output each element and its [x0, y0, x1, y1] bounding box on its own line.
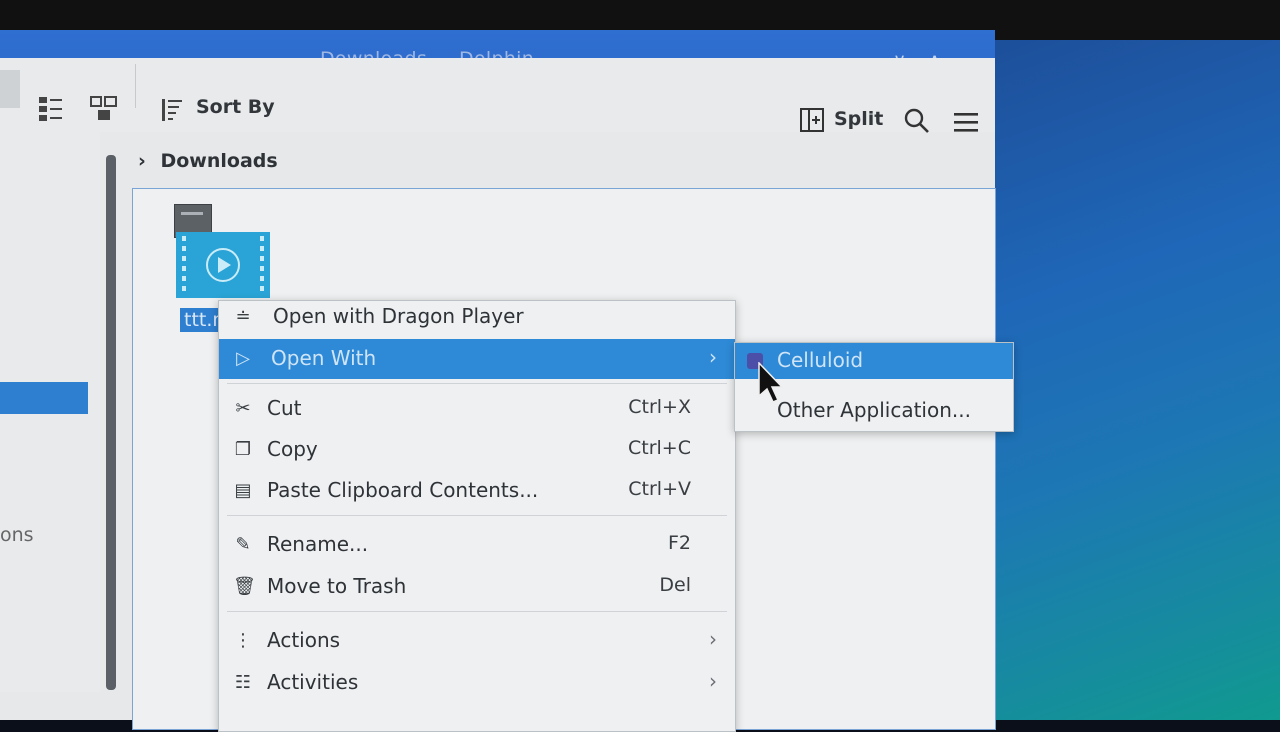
- chevron-right-icon: ›: [709, 627, 717, 651]
- breadcrumb-chevron-icon: ›: [138, 150, 146, 172]
- menu-item-open-with-dragon-player[interactable]: ≐ Open with Dragon Player: [219, 297, 735, 337]
- search-icon[interactable]: [904, 108, 930, 138]
- places-scrollbar[interactable]: [106, 155, 116, 690]
- menu-item-actions[interactable]: ⋮ Actions ›: [219, 621, 735, 661]
- menu-separator: [227, 383, 727, 384]
- mouse-pointer-icon: [758, 361, 784, 408]
- menu-item-activities[interactable]: ☷ Activities ›: [219, 663, 735, 703]
- menu-separator: [227, 515, 727, 516]
- menu-item-paste[interactable]: ▤ Paste Clipboard Contents... Ctrl+V: [219, 471, 735, 511]
- sort-icon: [160, 96, 186, 128]
- desktop-background: [990, 40, 1280, 720]
- split-button[interactable]: Split: [834, 108, 883, 130]
- menu-separator: [227, 611, 727, 612]
- menu-item-rename[interactable]: ✎ Rename... F2: [219, 525, 735, 565]
- trash-icon: 🗑: [233, 576, 256, 597]
- context-menu: ≐ Open with Dragon Player ▷ Open With › …: [218, 300, 736, 732]
- places-panel: ons: [0, 132, 100, 692]
- video-file-icon[interactable]: [176, 232, 270, 300]
- activities-icon: ☷: [234, 672, 252, 693]
- sort-by-button[interactable]: Sort By: [196, 96, 275, 118]
- view-mode-details-icon[interactable]: [90, 96, 118, 126]
- view-mode-compact-icon[interactable]: [38, 96, 64, 126]
- menu-item-open-with[interactable]: ▷ Open With ›: [219, 339, 735, 379]
- menu-item-cut[interactable]: ✂ Cut Ctrl+X: [219, 389, 735, 429]
- actions-icon: ⋮: [234, 630, 252, 651]
- split-icon: [800, 108, 824, 136]
- paste-icon: ▤: [234, 480, 252, 501]
- breadcrumb-current[interactable]: Downloads: [160, 150, 277, 172]
- copy-icon: ❐: [234, 439, 252, 460]
- scissors-icon: ✂: [235, 398, 251, 419]
- chevron-right-icon: ›: [709, 345, 717, 369]
- toolbar-separator: [135, 64, 136, 108]
- view-mode-icons-button[interactable]: [0, 70, 20, 108]
- menu-item-move-to-trash[interactable]: 🗑 Move to Trash Del: [219, 567, 735, 607]
- open-with-icon: ▷: [236, 348, 250, 369]
- breadcrumb[interactable]: › Downloads: [138, 150, 278, 172]
- chevron-right-icon: ›: [709, 669, 717, 693]
- dragon-player-icon: ≐: [235, 306, 251, 327]
- hamburger-menu-icon[interactable]: [954, 112, 978, 136]
- places-selected-item[interactable]: [0, 382, 88, 414]
- menu-item-copy[interactable]: ❐ Copy Ctrl+C: [219, 430, 735, 470]
- places-item-label[interactable]: ons: [0, 524, 34, 546]
- pencil-icon: ✎: [235, 534, 251, 555]
- toolbar: Sort By Split: [0, 58, 995, 133]
